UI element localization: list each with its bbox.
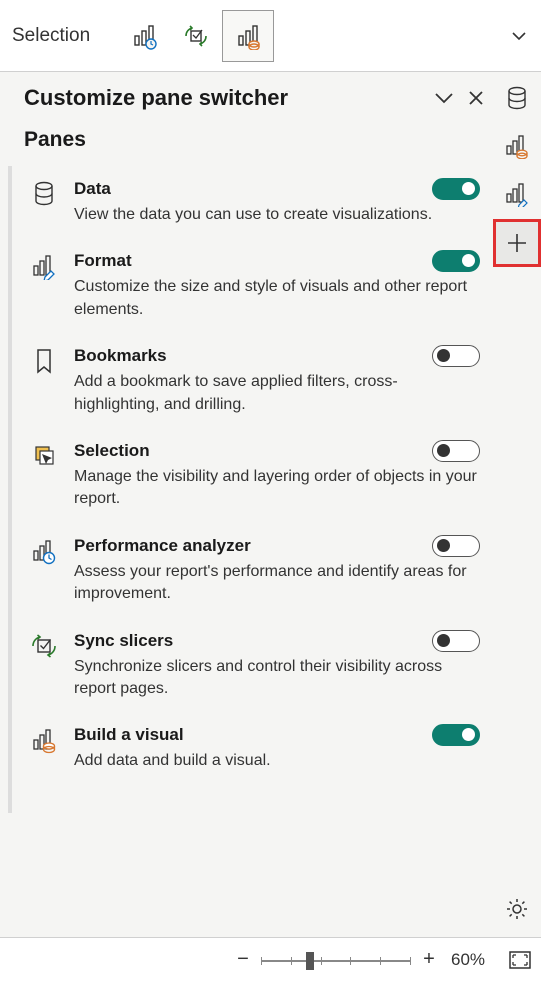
customize-pane-switcher-panel: Customize pane switcher Panes Dat (16, 80, 490, 813)
section-title: Panes (16, 120, 490, 166)
pane-item-perf: Performance analyzer Assess your report'… (16, 523, 490, 618)
pane-item-format: Format Customize the size and style of v… (16, 238, 490, 333)
build-visual-icon (28, 724, 60, 772)
perf-analyzer-icon (28, 535, 60, 606)
panel-title: Customize pane switcher (24, 85, 430, 111)
pane-item-label: Selection (74, 441, 432, 461)
toggle-sync[interactable] (432, 630, 480, 652)
pane-item-desc: Customize the size and style of visuals … (74, 276, 480, 321)
perf-analyzer-toolbar-button[interactable] (118, 10, 170, 62)
pane-item-label: Build a visual (74, 725, 432, 745)
zoom-out-button[interactable]: − (233, 948, 253, 971)
toggle-perf[interactable] (432, 535, 480, 557)
pane-switcher-strip (493, 74, 541, 264)
add-pane-button[interactable] (496, 222, 538, 264)
pane-item-desc: Add data and build a visual. (74, 750, 480, 772)
zoom-in-button[interactable]: + (419, 948, 439, 971)
status-bar: − + 60% (0, 937, 541, 981)
format-icon (28, 250, 60, 321)
pane-item-label: Format (74, 251, 432, 271)
format-pane-icon[interactable] (497, 174, 537, 214)
pane-item-desc: Assess your report's performance and ide… (74, 561, 480, 606)
toolbar-chevron-down-icon[interactable] (501, 23, 537, 49)
pane-item-selection: Selection Manage the visibility and laye… (16, 428, 490, 523)
pane-item-desc: Synchronize slicers and control their vi… (74, 656, 480, 701)
close-icon[interactable] (462, 84, 490, 112)
pane-item-sync: Sync slicers Synchronize slicers and con… (16, 618, 490, 713)
data-icon (28, 178, 60, 226)
build-visual-toolbar-button[interactable] (222, 10, 274, 62)
zoom-level[interactable]: 60% (451, 950, 497, 970)
toolbar-selection-label[interactable]: Selection (4, 25, 98, 47)
pane-list: Data View the data you can use to create… (8, 166, 490, 813)
fit-to-page-icon[interactable] (509, 951, 531, 969)
pane-item-build: Build a visual Add data and build a visu… (16, 712, 490, 784)
pane-item-label: Sync slicers (74, 631, 432, 651)
pane-item-label: Data (74, 179, 432, 199)
collapse-chevron-icon[interactable] (430, 84, 458, 112)
pane-item-label: Performance analyzer (74, 536, 432, 556)
zoom-controls: − + (233, 948, 439, 971)
toggle-data[interactable] (432, 178, 480, 200)
pane-item-label: Bookmarks (74, 346, 432, 366)
toggle-format[interactable] (432, 250, 480, 272)
toggle-selection[interactable] (432, 440, 480, 462)
pane-item-desc: Manage the visibility and layering order… (74, 466, 480, 511)
settings-gear-icon[interactable] (499, 891, 535, 927)
zoom-slider[interactable] (261, 950, 411, 970)
pane-item-bookmarks: Bookmarks Add a bookmark to save applied… (16, 333, 490, 428)
toggle-bookmarks[interactable] (432, 345, 480, 367)
pane-item-desc: Add a bookmark to save applied filters, … (74, 371, 480, 416)
selection-icon (28, 440, 60, 511)
bookmark-icon (28, 345, 60, 416)
sync-slicers-toolbar-button[interactable] (170, 10, 222, 62)
sync-slicers-icon (28, 630, 60, 701)
data-pane-icon[interactable] (497, 78, 537, 118)
toolbar: Selection (0, 0, 541, 72)
panel-header: Customize pane switcher (16, 80, 490, 120)
pane-item-desc: View the data you can use to create visu… (74, 204, 480, 226)
pane-item-data: Data View the data you can use to create… (16, 166, 490, 238)
build-visual-pane-icon[interactable] (497, 126, 537, 166)
toggle-build[interactable] (432, 724, 480, 746)
